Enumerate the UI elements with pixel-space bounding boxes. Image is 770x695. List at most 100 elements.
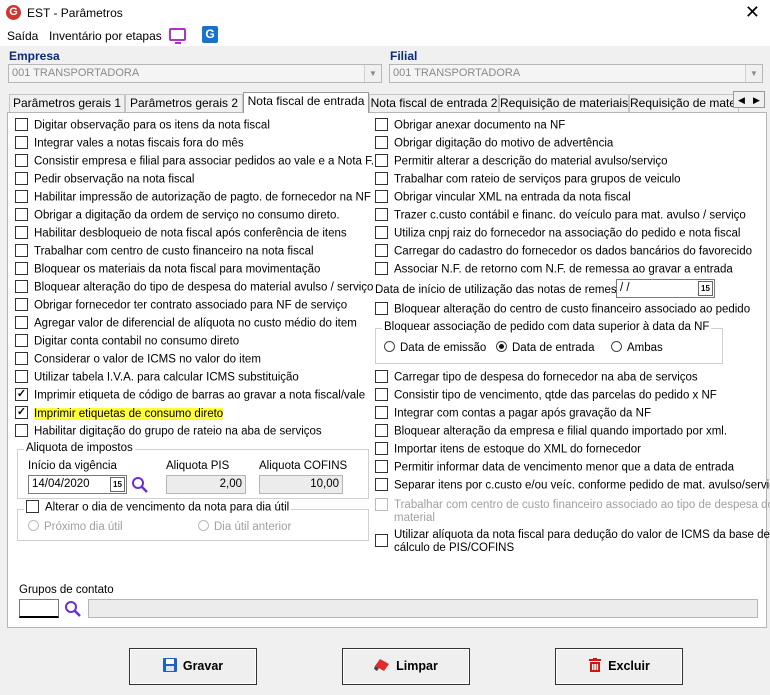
checkbox-bloquear-os-materiais-da-nota-fiscal-par[interactable]: Bloquear os materiais da nota fiscal par… <box>15 262 320 279</box>
checkbox-box[interactable] <box>15 154 28 167</box>
checkbox-box[interactable] <box>375 136 388 149</box>
radio-data-emissao[interactable]: Data de emissão <box>384 341 486 354</box>
checkbox-box[interactable] <box>375 442 388 455</box>
calendar-icon[interactable]: 15 <box>110 477 125 492</box>
chevron-down-icon[interactable]: ▼ <box>364 65 381 82</box>
checkbox-permitir-informar-data-de-vencimento-men[interactable]: Permitir informar data de vencimento men… <box>375 460 734 477</box>
radio-ambas[interactable]: Ambas <box>611 341 663 354</box>
checkbox-obrigar-digitacao-do-motivo-de-advertenc[interactable]: Obrigar digitação do motivo de advertênc… <box>375 136 613 153</box>
checkbox-box[interactable] <box>375 498 388 511</box>
checkbox-trabalhar-com-rateio-de-servicos-para-gr[interactable]: Trabalhar com rateio de serviços para gr… <box>375 172 681 189</box>
checkmark-icon[interactable]: ✓ <box>15 388 28 401</box>
checkbox-box[interactable] <box>15 262 28 275</box>
radio-dot[interactable] <box>496 341 507 353</box>
checkbox-box[interactable] <box>375 534 388 547</box>
calendar-icon[interactable]: 15 <box>698 281 713 296</box>
checkbox-separar-itens-por-c-custo-e-ou-veic-conf[interactable]: Separar itens por c.custo e/ou veíc. con… <box>375 478 770 495</box>
checkbox-bloquear-alteracao-da-empresa-e-filial-q[interactable]: Bloquear alteração da empresa e filial q… <box>375 424 727 441</box>
chevron-down-icon[interactable]: ▼ <box>745 65 762 82</box>
checkbox-box[interactable] <box>15 208 28 221</box>
checkbox-pedir-observacao-na-nota-fiscal[interactable]: Pedir observação na nota fiscal <box>15 172 194 189</box>
tab-nota-fiscal-entrada[interactable]: Nota fiscal de entrada <box>243 92 369 113</box>
radio-dot[interactable] <box>198 520 209 532</box>
checkbox-box[interactable] <box>375 154 388 167</box>
checkbox-box[interactable] <box>15 316 28 329</box>
checkbox-box[interactable] <box>375 226 388 239</box>
tab-parametros-gerais-2[interactable]: Parâmetros gerais 2 <box>125 94 243 112</box>
monitor-icon[interactable] <box>169 28 186 44</box>
checkbox-obrigar-a-digitacao-da-ordem-de-servico-[interactable]: Obrigar a digitação da ordem de serviço … <box>15 208 340 225</box>
checkbox-permitir-alterar-a-descricao-do-material[interactable]: Permitir alterar a descrição do material… <box>375 154 668 171</box>
tab-requisicao-materiais-2[interactable]: Requisição de materi <box>629 94 739 112</box>
checkbox-obrigar-anexar-documento-na-nf[interactable]: Obrigar anexar documento na NF <box>375 118 565 135</box>
checkbox-box[interactable] <box>375 478 388 491</box>
aliquota-cofins-field[interactable]: 10,00 <box>259 475 343 494</box>
inicio-vigencia-field[interactable]: 14/04/2020 15 <box>28 475 127 494</box>
checkbox-box[interactable] <box>375 172 388 185</box>
checkbox-box[interactable] <box>375 424 388 437</box>
checkbox-integrar-com-contas-a-pagar-apos-gravaca[interactable]: Integrar com contas a pagar após gravaçã… <box>375 406 651 423</box>
checkbox-imprimir-etiquetas-de-consumo-direto[interactable]: ✓ Imprimir etiquetas de consumo direto <box>15 406 224 423</box>
checkbox-box[interactable] <box>15 298 28 311</box>
checkbox-box[interactable] <box>15 334 28 347</box>
checkbox-carregar-do-cadastro-do-fornecedor-os-da[interactable]: Carregar do cadastro do fornecedor os da… <box>375 244 752 261</box>
radio-dot[interactable] <box>384 341 395 353</box>
aliquota-pis-field[interactable]: 2,00 <box>166 475 246 494</box>
filial-select[interactable]: 001 TRANSPORTADORA ▼ <box>389 64 763 83</box>
checkbox-consistir-tipo-de-vencimento-qtde-das-pa[interactable]: Consistir tipo de vencimento, qtde das p… <box>375 388 717 405</box>
search-icon[interactable] <box>131 476 149 494</box>
checkbox-digitar-conta-contabil-no-consumo-direto[interactable]: Digitar conta contabil no consumo direto <box>15 334 239 351</box>
checkbox-box[interactable] <box>15 280 28 293</box>
checkbox-box[interactable] <box>375 388 388 401</box>
checkbox-utiliza-cnpj-raiz-do-fornecedor-na-assoc[interactable]: Utiliza cnpj raiz do fornecedor na assoc… <box>375 226 740 243</box>
radio-data-entrada[interactable]: Data de entrada <box>496 341 594 354</box>
limpar-button[interactable]: Limpar <box>342 648 470 685</box>
checkbox-box[interactable] <box>375 370 388 383</box>
tab-requisicao-materiais[interactable]: Requisição de materiais <box>499 94 629 112</box>
checkbox-box[interactable] <box>375 460 388 473</box>
chevron-right-icon[interactable]: ▶ <box>749 93 764 108</box>
checkbox-agregar-valor-de-diferencial-de-aliquota[interactable]: Agregar valor de diferencial de alíquota… <box>15 316 357 333</box>
checkbox-box[interactable] <box>15 424 28 437</box>
menu-item-saida[interactable]: Saída <box>7 29 38 43</box>
menu-item-inventario[interactable]: Inventário por etapas <box>49 29 162 43</box>
chevron-left-icon[interactable]: ◀ <box>734 93 749 108</box>
checkbox-box[interactable] <box>15 190 28 203</box>
tab-nota-fiscal-entrada-2[interactable]: Nota fiscal de entrada 2 <box>369 94 499 112</box>
checkbox-trazer-c-custo-contabil-e-financ-do-veic[interactable]: Trazer c.custo contábil e financ. do veí… <box>375 208 746 225</box>
checkbox-habilitar-impressao-de-autorizacao-de-pa[interactable]: Habilitar impressão de autorização de pa… <box>15 190 371 207</box>
checkbox-box[interactable] <box>15 118 28 131</box>
tab-parametros-gerais-1[interactable]: Parâmetros gerais 1 <box>9 94 125 112</box>
radio-dot[interactable] <box>28 520 39 532</box>
checkbox-considerar-o-valor-de-icms-no-valor-do-i[interactable]: Considerar o valor de ICMS no valor do i… <box>15 352 261 369</box>
checkbox-importar-itens-de-estoque-do-xml-do-forn[interactable]: Importar itens de estoque do XML do forn… <box>375 442 641 459</box>
grupos-contato-description-field[interactable] <box>88 599 758 618</box>
checkbox-habilitar-desbloqueio-de-nota-fiscal-apo[interactable]: Habilitar desbloqueio de nota fiscal apó… <box>15 226 347 243</box>
checkbox-carregar-tipo-de-despesa-do-fornecedor-n[interactable]: Carregar tipo de despesa do fornecedor n… <box>375 370 698 387</box>
checkbox-associar-n-f-de-retorno-com-n-f-de-remes[interactable]: Associar N.F. de retorno com N.F. de rem… <box>375 262 733 279</box>
vencimento-checkbox[interactable]: Alterar o dia de vencimento da nota para… <box>24 500 292 517</box>
data-inicio-remessa-field[interactable]: / / 15 <box>616 279 715 298</box>
checkbox-digitar-observacao-para-os-itens-da-nota[interactable]: Digitar observação para os itens da nota… <box>15 118 270 135</box>
checkbox-bloquear-ccusto[interactable]: Bloquear alteração do centro de custo fi… <box>375 302 750 319</box>
checkbox-box[interactable] <box>15 172 28 185</box>
checkbox-obrigar-fornecedor-ter-contrato-associad[interactable]: Obrigar fornecedor ter contrato associad… <box>15 298 347 315</box>
checkbox-box[interactable] <box>26 500 39 513</box>
checkbox-obrigar-vincular-xml-na-entrada-da-nota-[interactable]: Obrigar vincular XML na entrada da nota … <box>375 190 631 207</box>
close-icon[interactable]: ✕ <box>745 2 760 22</box>
checkbox-box[interactable] <box>375 406 388 419</box>
g-app-icon[interactable]: G <box>202 26 218 43</box>
checkbox-box[interactable] <box>15 136 28 149</box>
checkbox-box[interactable] <box>375 118 388 131</box>
checkbox-box[interactable] <box>375 190 388 203</box>
gravar-button[interactable]: Gravar <box>129 648 257 685</box>
checkbox-box[interactable] <box>375 244 388 257</box>
checkbox-habilitar-digitacao-do-grupo-de-rateio-n[interactable]: Habilitar digitação do grupo de rateio n… <box>15 424 322 441</box>
checkbox-consistir-empresa-e-filial-para-associar[interactable]: Consistir empresa e filial para associar… <box>15 154 374 171</box>
grupos-contato-code-field[interactable] <box>19 599 59 618</box>
checkbox-trabalhar-ccusto-tipo[interactable]: Trabalhar com centro de custo financeiro… <box>375 498 770 529</box>
checkbox-box[interactable] <box>15 244 28 257</box>
checkbox-trabalhar-com-centro-de-custo-financeiro[interactable]: Trabalhar com centro de custo financeiro… <box>15 244 314 261</box>
checkbox-box[interactable] <box>15 352 28 365</box>
checkbox-box[interactable] <box>375 262 388 275</box>
